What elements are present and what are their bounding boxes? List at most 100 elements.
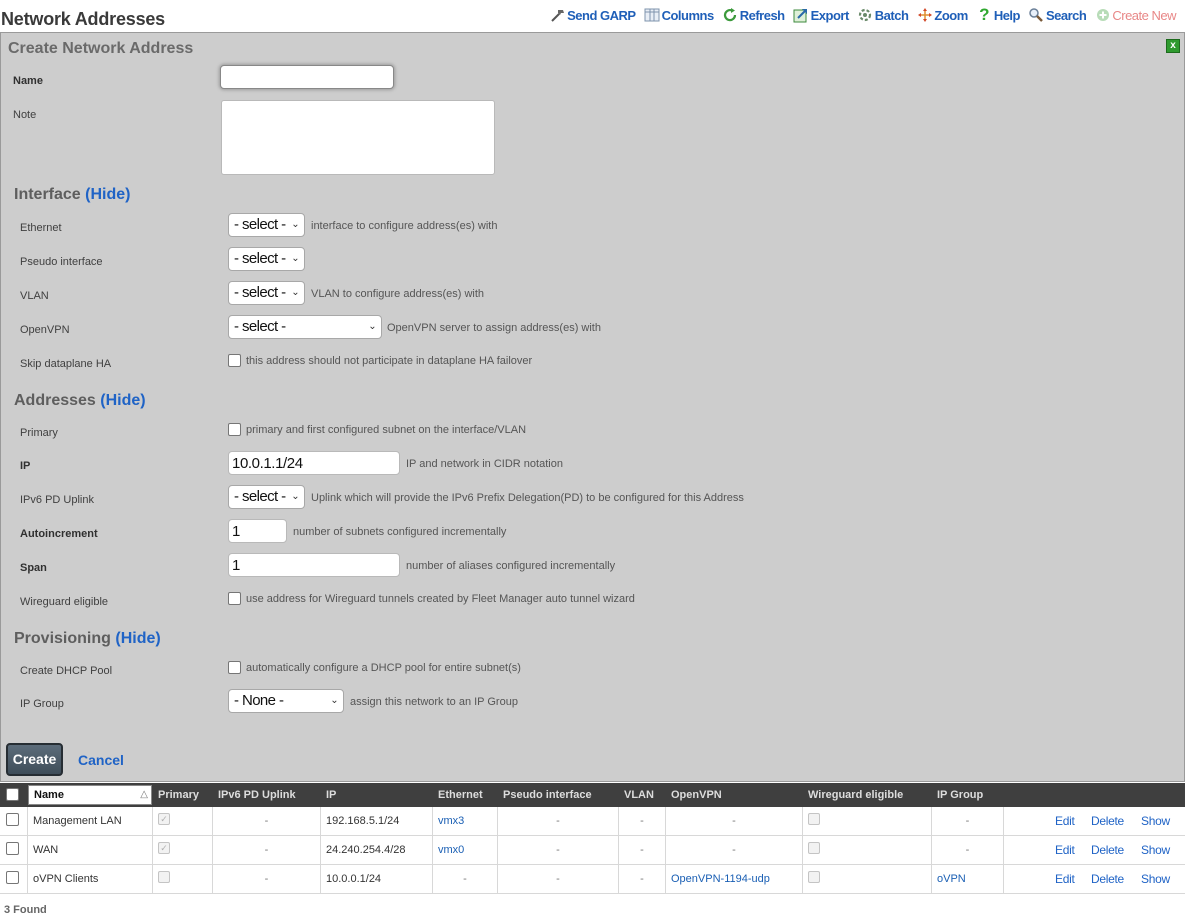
ethernet-link[interactable]: vmx0 bbox=[438, 844, 464, 856]
delete-link[interactable]: Delete bbox=[1091, 807, 1124, 835]
create-new-button[interactable]: Create New bbox=[1094, 7, 1176, 24]
wireguard-checkbox[interactable] bbox=[228, 592, 241, 605]
create-form-panel: Create Network Address x Name Note Inter… bbox=[0, 32, 1185, 782]
autoincrement-input[interactable] bbox=[228, 519, 287, 543]
sort-ascending-icon: △ bbox=[140, 789, 148, 800]
row-checkbox[interactable] bbox=[6, 871, 19, 884]
skip-ha-hint: this address should not participate in d… bbox=[246, 355, 533, 367]
ethernet-label: Ethernet bbox=[20, 222, 62, 234]
ip-input[interactable] bbox=[228, 451, 400, 475]
skip-ha-label: Skip dataplane HA bbox=[20, 358, 112, 370]
column-header-ethernet[interactable]: Ethernet bbox=[433, 783, 483, 807]
column-header-vlan[interactable]: VLAN bbox=[619, 783, 654, 807]
hammer-icon bbox=[549, 7, 566, 24]
ethernet-select[interactable]: - select - ⌄ bbox=[228, 213, 305, 237]
cell-ip: 24.240.254.4/28 bbox=[321, 836, 433, 864]
cell-ip: 10.0.0.1/24 bbox=[321, 865, 433, 893]
ethernet-hint: interface to configure address(es) with bbox=[311, 220, 498, 232]
column-header-ip[interactable]: IP bbox=[321, 783, 336, 807]
interface-hide-link[interactable]: (Hide) bbox=[85, 186, 130, 203]
pseudo-interface-label: Pseudo interface bbox=[20, 256, 103, 268]
delete-link[interactable]: Delete bbox=[1091, 865, 1124, 893]
create-button[interactable]: Create bbox=[6, 743, 63, 776]
note-textarea[interactable] bbox=[221, 100, 495, 175]
show-link[interactable]: Show bbox=[1141, 836, 1170, 864]
column-header-ip-group[interactable]: IP Group bbox=[932, 783, 983, 807]
vlan-select[interactable]: - select - ⌄ bbox=[228, 281, 305, 305]
span-hint: number of aliases configured incremental… bbox=[406, 560, 616, 572]
dhcp-label: Create DHCP Pool bbox=[20, 665, 113, 677]
row-checkbox[interactable] bbox=[6, 813, 19, 826]
search-button[interactable]: Search bbox=[1028, 7, 1087, 24]
column-header-openvpn[interactable]: OpenVPN bbox=[666, 783, 722, 807]
column-header-primary[interactable]: Primary bbox=[153, 783, 199, 807]
ip-group-select[interactable]: - None - ⌄ bbox=[228, 689, 344, 713]
close-icon[interactable]: x bbox=[1166, 39, 1180, 53]
edit-link[interactable]: Edit bbox=[1055, 865, 1075, 893]
show-link[interactable]: Show bbox=[1141, 807, 1170, 835]
ip-group-label: IP Group bbox=[20, 698, 64, 710]
vlan-label: VLAN bbox=[20, 290, 49, 302]
cell-ipv6: - bbox=[213, 807, 321, 835]
cell-name: oVPN Clients bbox=[28, 865, 153, 893]
row-checkbox[interactable] bbox=[6, 842, 19, 855]
show-link[interactable]: Show bbox=[1141, 865, 1170, 893]
cell-ipv6: - bbox=[213, 836, 321, 864]
note-label: Note bbox=[13, 109, 37, 121]
wireguard-label: Wireguard eligible bbox=[20, 596, 109, 608]
addresses-hide-link[interactable]: (Hide) bbox=[100, 392, 145, 409]
pseudo-interface-select[interactable]: - select - ⌄ bbox=[228, 247, 305, 271]
send-garp-button[interactable]: Send GARP bbox=[549, 7, 636, 24]
chevron-down-icon: ⌄ bbox=[291, 219, 299, 230]
column-header-name[interactable]: Name △ bbox=[28, 785, 152, 805]
help-icon: ? bbox=[979, 5, 990, 24]
vlan-hint: VLAN to configure address(es) with bbox=[311, 288, 485, 300]
column-header-pseudo-interface[interactable]: Pseudo interface bbox=[498, 783, 592, 807]
chevron-down-icon: ⌄ bbox=[368, 321, 376, 332]
autoincrement-label: Autoincrement bbox=[20, 528, 98, 540]
name-input[interactable] bbox=[220, 65, 394, 89]
help-button[interactable]: ? Help bbox=[976, 5, 1020, 24]
name-label: Name bbox=[13, 75, 43, 87]
cell-name: WAN bbox=[28, 836, 153, 864]
columns-button[interactable]: Columns bbox=[644, 7, 714, 24]
dhcp-hint: automatically configure a DHCP pool for … bbox=[246, 662, 521, 674]
ipv6-pd-hint: Uplink which will provide the IPv6 Prefi… bbox=[311, 492, 744, 504]
provisioning-hide-link[interactable]: (Hide) bbox=[115, 630, 160, 647]
cell-pseudo: - bbox=[498, 836, 619, 864]
zoom-button[interactable]: Zoom bbox=[916, 7, 968, 24]
cancel-button[interactable]: Cancel bbox=[78, 752, 124, 768]
export-button[interactable]: Export bbox=[793, 7, 849, 24]
cell-name: Management LAN bbox=[28, 807, 153, 835]
column-header-wireguard-eligible[interactable]: Wireguard eligible bbox=[803, 783, 903, 807]
wireguard-unchecked-icon bbox=[808, 871, 820, 883]
ethernet-link[interactable]: vmx3 bbox=[438, 815, 464, 827]
table-row: oVPN Clients - 10.0.0.1/24 - - - OpenVPN… bbox=[0, 865, 1185, 894]
span-input[interactable] bbox=[228, 553, 400, 577]
dhcp-checkbox[interactable] bbox=[228, 661, 241, 674]
wireguard-unchecked-icon bbox=[808, 813, 820, 825]
primary-unchecked-icon bbox=[158, 871, 170, 883]
openvpn-hint: OpenVPN server to assign address(es) wit… bbox=[387, 322, 601, 334]
openvpn-link[interactable]: OpenVPN-1194-udp bbox=[671, 873, 770, 885]
chevron-down-icon: ⌄ bbox=[330, 695, 338, 706]
column-header-ipv6-pd-uplink[interactable]: IPv6 PD Uplink bbox=[213, 783, 296, 807]
batch-button[interactable]: Batch bbox=[857, 7, 909, 24]
autoincrement-hint: number of subnets configured incremental… bbox=[293, 526, 507, 538]
cell-pseudo: - bbox=[498, 865, 619, 893]
primary-checkbox[interactable] bbox=[228, 423, 241, 436]
provisioning-section-title: Provisioning (Hide) bbox=[14, 630, 161, 647]
edit-link[interactable]: Edit bbox=[1055, 807, 1075, 835]
table-row: WAN ✓ - 24.240.254.4/28 vmx0 - - - - Edi… bbox=[0, 836, 1185, 865]
refresh-button[interactable]: Refresh bbox=[722, 7, 785, 24]
select-all-checkbox[interactable] bbox=[6, 788, 19, 801]
table-header: Name △ Primary IPv6 PD Uplink IP Etherne… bbox=[0, 783, 1185, 807]
cell-ipv6: - bbox=[213, 865, 321, 893]
openvpn-select[interactable]: - select - ⌄ bbox=[228, 315, 382, 339]
delete-link[interactable]: Delete bbox=[1091, 836, 1124, 864]
skip-ha-checkbox[interactable] bbox=[228, 354, 241, 367]
ip-group-link[interactable]: oVPN bbox=[937, 873, 966, 885]
form-title: Create Network Address bbox=[8, 40, 194, 57]
ipv6-pd-select[interactable]: - select - ⌄ bbox=[228, 485, 305, 509]
edit-link[interactable]: Edit bbox=[1055, 836, 1075, 864]
